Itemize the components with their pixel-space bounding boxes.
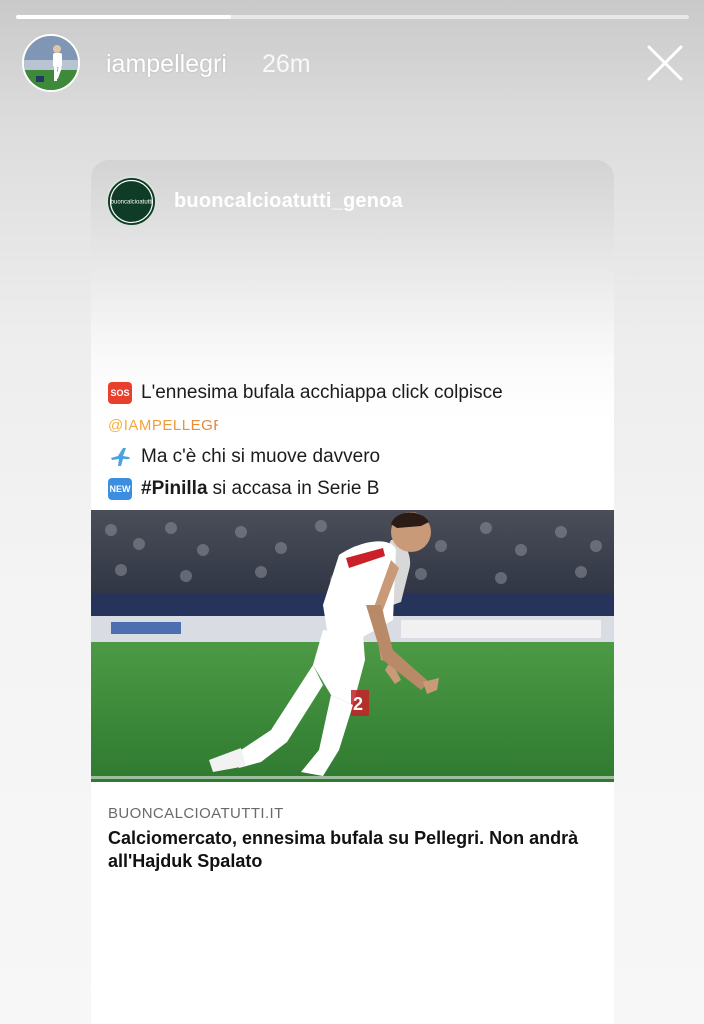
article-photo[interactable]: 2 bbox=[91, 510, 614, 782]
close-button[interactable] bbox=[646, 44, 684, 82]
hashtag-pinilla[interactable]: #Pinilla bbox=[141, 478, 208, 500]
story-username[interactable]: iampellegri bbox=[106, 50, 227, 79]
caption-line: SOS L'ennesima bufala acchiappa click co… bbox=[108, 378, 608, 408]
caption-text: Ma c'è chi si muove davvero bbox=[141, 446, 381, 467]
caption-line: NEW #Pinilla si accasa in Serie B bbox=[108, 474, 608, 504]
shared-post-card[interactable]: buoncalcioatutti buoncalcioatutti_genoa … bbox=[91, 160, 614, 1024]
post-author-username[interactable]: buoncalcioatutti_genoa bbox=[174, 190, 403, 213]
post-author-logo-text: buoncalcioatutti bbox=[111, 200, 153, 206]
caption-line: @IAMPELLEGRI bbox=[108, 410, 608, 440]
post-caption: SOS L'ennesima bufala acchiappa click co… bbox=[108, 378, 608, 504]
avatar-photo bbox=[24, 36, 78, 90]
story-progress-bar bbox=[16, 15, 689, 19]
story-header: iampellegri 26m bbox=[22, 34, 684, 94]
mention-text: @IAMPELLEGRI bbox=[108, 417, 218, 434]
story-progress-fill bbox=[16, 15, 232, 19]
mention-tag[interactable]: @IAMPELLEGRI bbox=[108, 413, 218, 437]
football-celebration-image: 2 bbox=[91, 510, 614, 782]
avatar[interactable] bbox=[22, 34, 80, 92]
sos-icon: SOS bbox=[108, 382, 132, 404]
caption-text: si accasa in Serie B bbox=[212, 478, 380, 499]
story-timestamp: 26m bbox=[262, 50, 311, 78]
airplane-icon bbox=[111, 448, 130, 466]
caption-line: Ma c'è chi si muove davvero bbox=[108, 442, 608, 472]
new-icon: NEW bbox=[108, 478, 132, 500]
post-author-avatar[interactable]: buoncalcioatutti bbox=[106, 176, 157, 227]
link-title[interactable]: Calciomercato, ennesima bufala su Pelleg… bbox=[108, 827, 598, 873]
post-author-logo: buoncalcioatutti bbox=[109, 179, 154, 224]
caption-text: L'ennesima bufala acchiappa click colpis… bbox=[141, 382, 503, 403]
link-domain[interactable]: BUONCALCIOATUTTI.IT bbox=[108, 805, 284, 822]
close-icon bbox=[647, 45, 683, 81]
shirt-number: 2 bbox=[353, 694, 363, 714]
